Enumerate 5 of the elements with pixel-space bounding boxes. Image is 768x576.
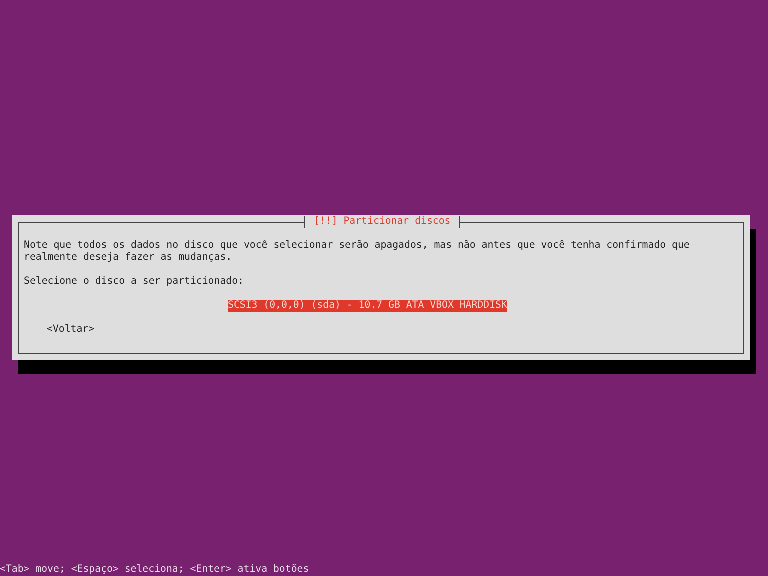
dialog-title: [!!] Particionar discos bbox=[304, 216, 460, 228]
back-button[interactable]: <Voltar> bbox=[47, 324, 95, 336]
dialog-message: Note que todos os dados no disco que você selecionar serão apagados, mas não antes que você tenha confirmado que realmente deseja fazer as mudanças. bbox=[24, 240, 691, 264]
prompt-text: Selecione o disco a ser particionado: bbox=[24, 276, 245, 288]
status-bar-hint: <Tab> move; <Espaço> seleciona; <Enter> ativa botões bbox=[0, 564, 310, 576]
